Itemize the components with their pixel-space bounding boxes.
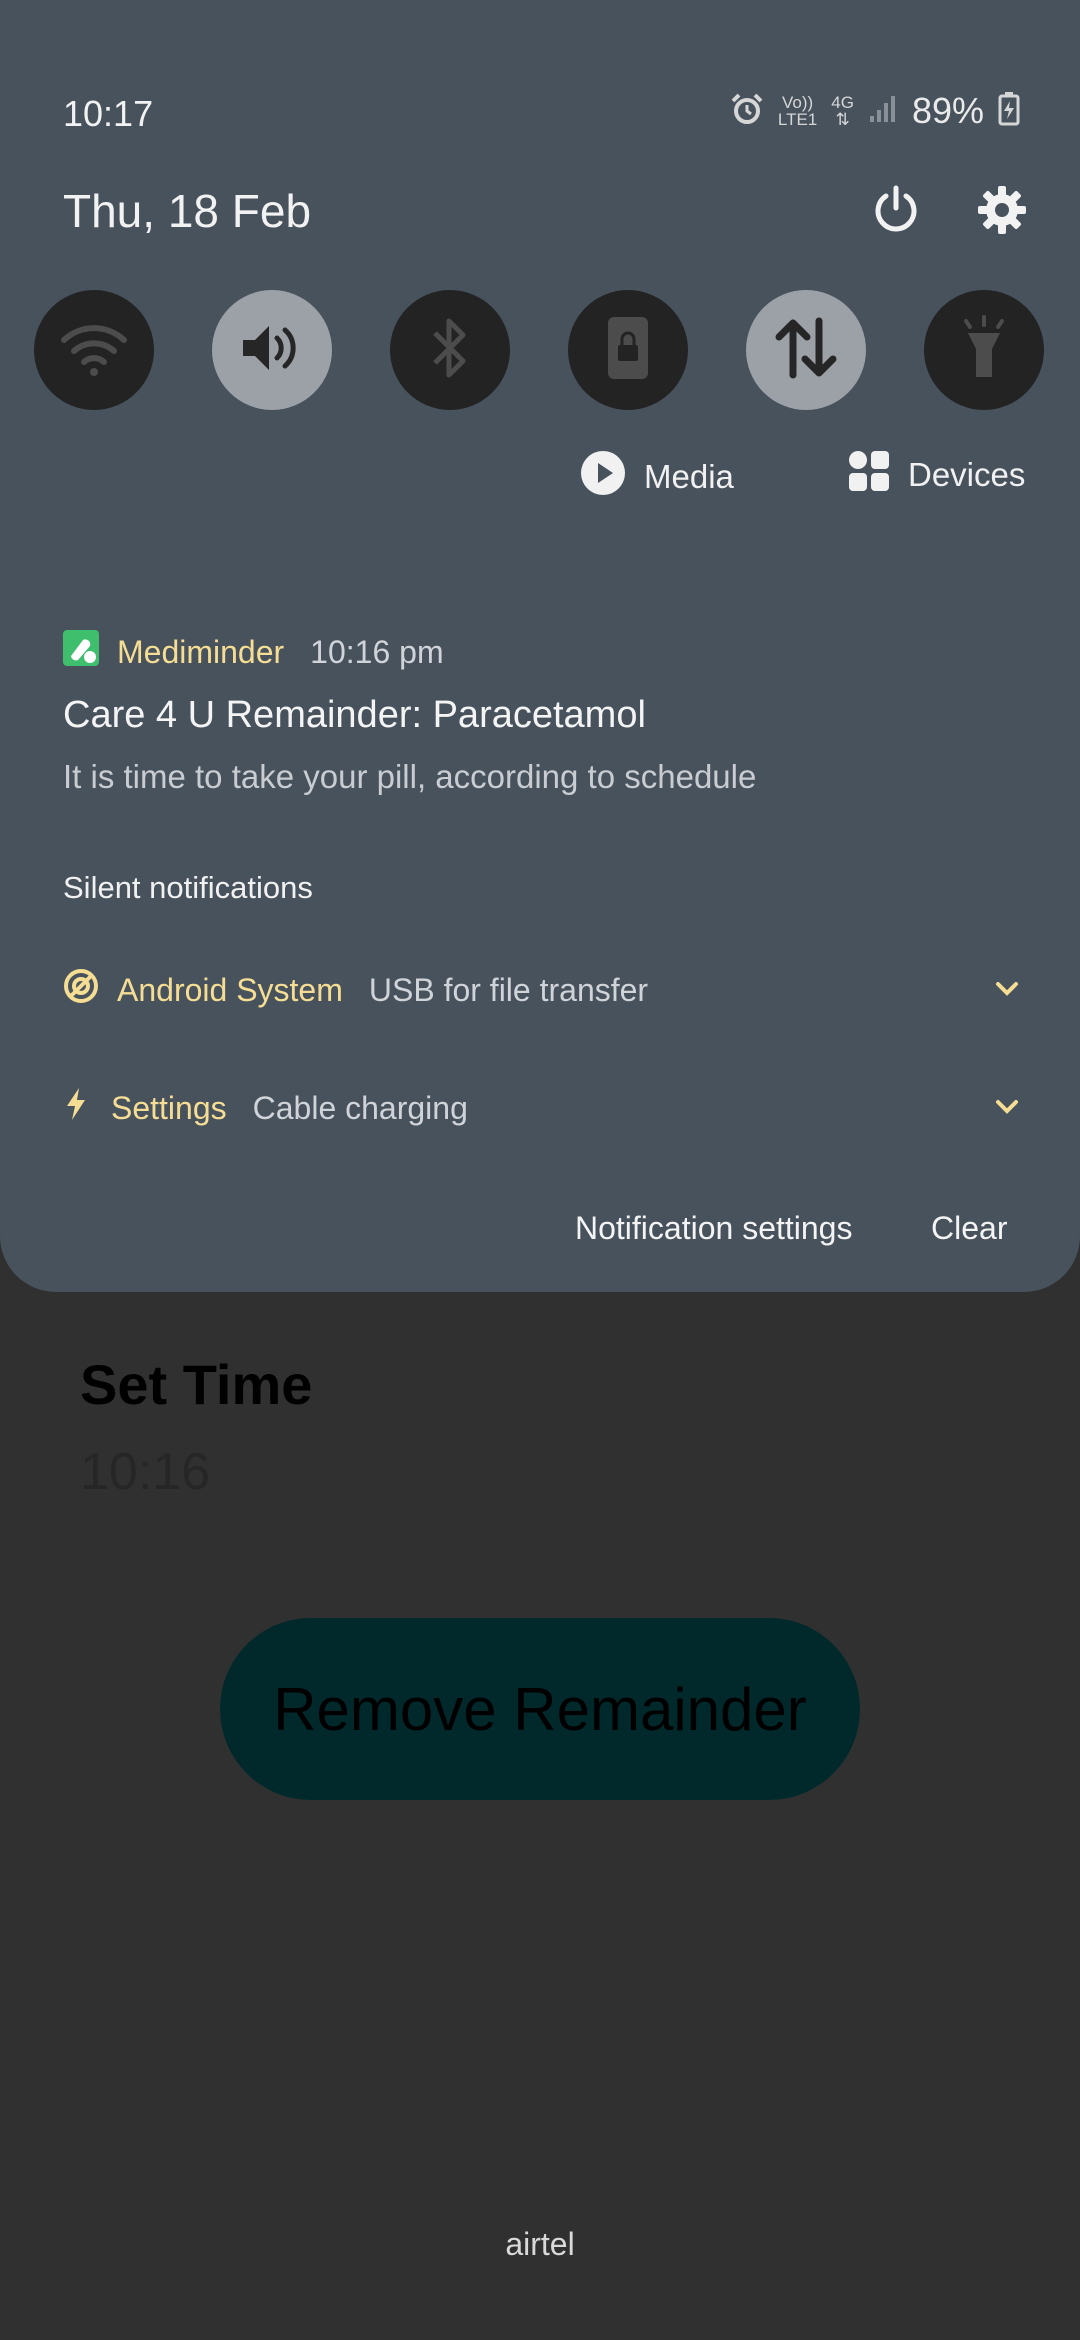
notification-text: It is time to take your pill, according … <box>63 758 757 795</box>
notification-shade: 10:17 Vo)) LTE1 4G ⇅ 89% Thu, 18 Feb Med… <box>0 0 1080 1292</box>
silent-item-text: Cable charging <box>252 1089 468 1126</box>
chevron-down-icon[interactable] <box>992 1092 1022 1122</box>
set-time-label: Set Time <box>80 1353 313 1416</box>
bluetooth-icon <box>425 313 475 388</box>
bluetooth-toggle[interactable] <box>390 290 510 410</box>
status-icons: Vo)) LTE1 4G ⇅ 89% <box>730 90 1020 132</box>
media-button[interactable]: Media <box>580 450 734 504</box>
silent-item-android-system: Android System USB for file transfer <box>63 968 648 1012</box>
devices-label: Devices <box>908 456 1026 493</box>
power-icon[interactable] <box>868 182 924 238</box>
data-arrows-icon: ⇅ <box>835 110 850 129</box>
clear-button[interactable]: Clear <box>931 1210 1007 1247</box>
sound-toggle[interactable] <box>212 290 332 410</box>
settings-gear-icon[interactable] <box>974 182 1030 238</box>
remove-remainder-button[interactable]: Remove Remainder <box>220 1618 860 1800</box>
notification-app-name: Mediminder <box>117 633 285 670</box>
volte-top-label: Vo)) <box>781 93 814 112</box>
chevron-down-icon[interactable] <box>992 974 1022 1004</box>
silent-item-app: Settings <box>111 1089 227 1126</box>
network-type-label: 4G <box>831 93 854 112</box>
volte-bottom-label: LTE1 <box>777 110 818 129</box>
wifi-toggle[interactable] <box>34 290 154 410</box>
status-time: 10:17 <box>63 93 154 134</box>
screen-lock-toggle[interactable] <box>568 290 688 410</box>
devices-button[interactable]: Devices <box>848 450 1025 500</box>
data-transfer-icon <box>771 313 841 388</box>
signal-icon <box>868 94 898 129</box>
volte-icon: Vo)) LTE1 <box>778 94 817 128</box>
flashlight-toggle[interactable] <box>924 290 1044 410</box>
lightning-icon <box>63 1086 89 1130</box>
notification-time: 10:16 pm <box>310 633 444 670</box>
media-label: Media <box>644 458 734 495</box>
alarm-icon <box>730 92 764 131</box>
notification-header: Mediminder 10:16 pm <box>63 630 444 674</box>
flashlight-icon <box>954 313 1014 388</box>
carrier-label: airtel <box>505 2226 575 2262</box>
silent-item-app: Android System <box>117 971 343 1008</box>
speaker-icon <box>237 318 307 383</box>
notification-title: Care 4 U Remainder: Paracetamol <box>63 694 646 736</box>
silent-item-settings: Settings Cable charging <box>63 1086 468 1130</box>
android-system-icon <box>63 968 99 1012</box>
silent-item-text: USB for file transfer <box>368 971 649 1008</box>
date-label: Thu, 18 Feb <box>63 185 312 237</box>
wifi-icon <box>59 318 129 383</box>
play-icon <box>580 450 626 504</box>
network-type-icon: 4G ⇅ <box>831 94 854 128</box>
mobile-data-toggle[interactable] <box>746 290 866 410</box>
set-time-value[interactable]: 10:16 <box>80 1442 210 1502</box>
notification-settings-button[interactable]: Notification settings <box>575 1210 852 1247</box>
battery-percent: 89% <box>911 90 984 131</box>
mediminder-app-icon <box>63 630 99 674</box>
battery-charging-icon <box>998 91 1020 131</box>
lock-icon <box>603 313 653 388</box>
silent-notifications-header: Silent notifications <box>63 870 313 905</box>
devices-grid-icon <box>848 450 890 500</box>
